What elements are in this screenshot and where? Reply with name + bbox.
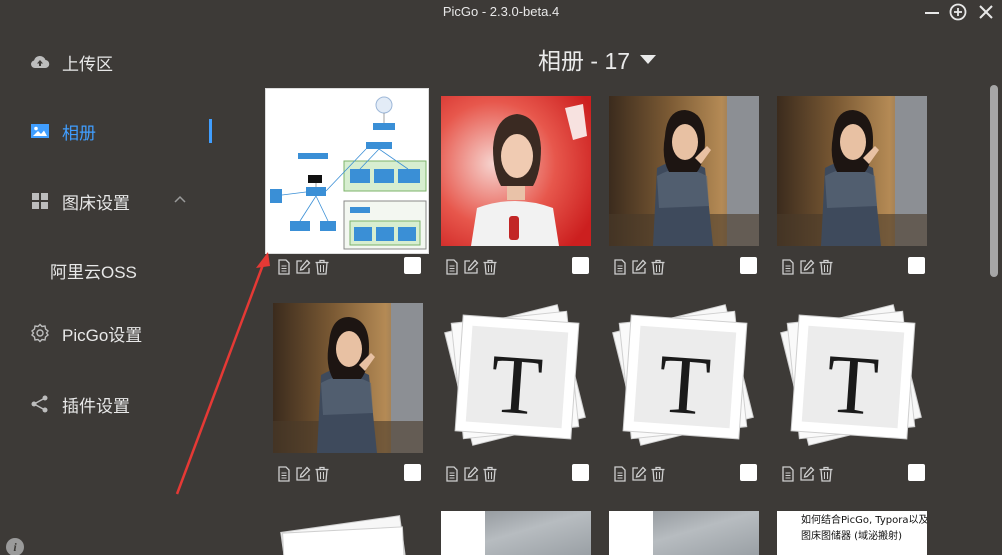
thumb-text-line: 图床图储器 (域泌搬射) xyxy=(801,531,902,542)
thumb-actions xyxy=(779,258,835,276)
album-title: 相册 - 17 xyxy=(538,48,631,74)
select-checkbox[interactable] xyxy=(404,464,421,481)
copy-link-icon[interactable] xyxy=(611,465,629,483)
select-checkbox[interactable] xyxy=(908,464,925,481)
edit-icon[interactable] xyxy=(462,258,480,276)
copy-link-icon[interactable] xyxy=(275,258,293,276)
gallery-thumb-photo[interactable] xyxy=(273,303,423,453)
gallery-thumb-typora[interactable]: T xyxy=(441,303,591,453)
thumb-actions xyxy=(611,465,667,483)
gallery-thumb-diagram[interactable] xyxy=(265,88,429,254)
select-checkbox[interactable] xyxy=(740,464,757,481)
sidebar-item-picbed-settings[interactable]: 图床设置 xyxy=(30,187,130,215)
caret-down-icon xyxy=(640,54,657,64)
gear-icon xyxy=(30,323,50,343)
share-icon xyxy=(30,394,50,414)
minimize-icon[interactable] xyxy=(923,3,941,21)
select-checkbox[interactable] xyxy=(572,464,589,481)
delete-icon[interactable] xyxy=(817,258,835,276)
delete-icon[interactable] xyxy=(817,465,835,483)
gallery-thumb-typora[interactable] xyxy=(273,510,423,555)
info-icon[interactable]: i xyxy=(6,538,24,555)
sidebar: 上传区 相册 图床设置 阿里云OSS PicGo设置 插件设置 xyxy=(0,24,240,555)
gallery-thumb-text[interactable]: 如何结合PicGo, Typora以及阿里云对 图床图储器 (域泌搬射) xyxy=(777,511,927,555)
delete-icon[interactable] xyxy=(313,258,331,276)
sidebar-item-picgo-settings[interactable]: PicGo设置 xyxy=(30,319,142,347)
copy-link-icon[interactable] xyxy=(779,465,797,483)
sidebar-item-plugin-settings[interactable]: 插件设置 xyxy=(30,390,130,418)
copy-link-icon[interactable] xyxy=(611,258,629,276)
copy-link-icon[interactable] xyxy=(275,465,293,483)
close-icon[interactable] xyxy=(977,3,995,21)
sidebar-item-label: 上传区 xyxy=(62,54,113,74)
edit-icon[interactable] xyxy=(630,465,648,483)
album-title-dropdown[interactable]: 相册 - 17 xyxy=(538,42,657,76)
copy-link-icon[interactable] xyxy=(779,258,797,276)
edit-icon[interactable] xyxy=(462,465,480,483)
maximize-icon[interactable] xyxy=(949,3,967,21)
thumb-actions xyxy=(275,258,331,276)
active-indicator xyxy=(209,119,212,143)
cloud-upload-icon xyxy=(30,52,50,72)
sidebar-item-aliyun-oss[interactable]: 阿里云OSS xyxy=(50,258,137,283)
image-icon xyxy=(30,121,50,141)
typora-glyph: T xyxy=(824,337,882,433)
gallery-thumb-gray[interactable] xyxy=(609,511,759,555)
thumb-actions xyxy=(611,258,667,276)
delete-icon[interactable] xyxy=(313,465,331,483)
gallery-thumb-typora[interactable]: T xyxy=(609,303,759,453)
thumb-actions xyxy=(779,465,835,483)
title-bar: PicGo - 2.3.0-beta.4 xyxy=(0,0,1002,24)
copy-link-icon[interactable] xyxy=(443,258,461,276)
edit-icon[interactable] xyxy=(294,465,312,483)
gallery-thumb-photo[interactable] xyxy=(777,96,927,246)
typora-glyph: T xyxy=(656,337,714,433)
copy-link-icon[interactable] xyxy=(443,465,461,483)
chevron-up-icon[interactable] xyxy=(173,194,187,204)
vertical-scrollbar[interactable] xyxy=(990,85,998,277)
sidebar-item-upload[interactable]: 上传区 xyxy=(30,48,113,76)
select-checkbox[interactable] xyxy=(740,257,757,274)
typora-glyph: T xyxy=(488,337,546,433)
edit-icon[interactable] xyxy=(630,258,648,276)
gallery-thumb-photo[interactable] xyxy=(609,96,759,246)
window-title: PicGo - 2.3.0-beta.4 xyxy=(442,4,560,19)
sidebar-item-label: 插件设置 xyxy=(62,396,130,416)
thumb-text-line: 如何结合PicGo, Typora以及阿里云对 xyxy=(801,515,927,526)
delete-icon[interactable] xyxy=(649,258,667,276)
delete-icon[interactable] xyxy=(481,258,499,276)
select-checkbox[interactable] xyxy=(908,257,925,274)
gallery-thumb-typora[interactable]: T xyxy=(777,303,927,453)
edit-icon[interactable] xyxy=(798,465,816,483)
delete-icon[interactable] xyxy=(481,465,499,483)
edit-icon[interactable] xyxy=(294,258,312,276)
gallery-thumb-photo[interactable] xyxy=(441,96,591,246)
sidebar-item-label: 图床设置 xyxy=(62,193,130,213)
delete-icon[interactable] xyxy=(649,465,667,483)
select-checkbox[interactable] xyxy=(404,257,421,274)
thumb-actions xyxy=(275,465,331,483)
sidebar-item-album[interactable]: 相册 xyxy=(30,117,96,145)
edit-icon[interactable] xyxy=(798,258,816,276)
sidebar-item-label: 相册 xyxy=(62,123,96,143)
gallery-thumb-gray[interactable] xyxy=(441,511,591,555)
grid-icon xyxy=(30,191,50,211)
thumb-actions xyxy=(443,465,499,483)
sidebar-item-label: PicGo设置 xyxy=(62,325,143,345)
select-checkbox[interactable] xyxy=(572,257,589,274)
thumb-actions xyxy=(443,258,499,276)
